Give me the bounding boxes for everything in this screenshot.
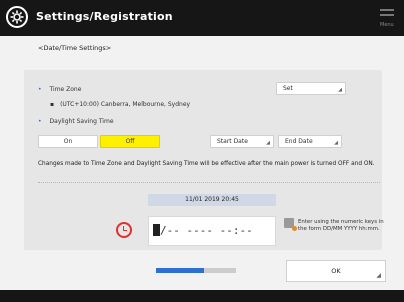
current-datetime: 11/01 2019 20:45 [148,194,276,206]
date-time-input[interactable]: /-- ---- --:-- [148,216,276,246]
text-cursor [153,224,160,236]
expand-arrow-icon: ◢ [334,140,338,146]
breadcrumb: <Date/Time Settings> [38,44,112,52]
menu-label: Menu [380,22,394,28]
bullet-icon: ▪ [50,101,55,108]
expand-arrow-icon: ◢ [266,140,270,146]
input-hint: Enter using the numeric keys in the form… [298,219,384,232]
dst-off-button[interactable]: Off [100,135,160,148]
expand-arrow-icon: ◢ [338,87,342,93]
bottom-bar [0,290,404,302]
expand-arrow-icon: ◢ [376,272,381,279]
page-title: Settings/Registration [36,10,173,23]
progress-fill [156,268,204,273]
clock-icon [116,222,132,238]
time-zone-set-button[interactable]: Set ◢ [276,82,346,95]
menu-icon[interactable]: Menu [380,9,394,28]
time-zone-label: • Time Zone [38,86,82,93]
progress-bar [156,268,236,273]
dst-start-date-button[interactable]: Start Date ◢ [210,135,274,148]
settings-gear-icon [6,6,28,28]
dst-on-button[interactable]: On [38,135,98,148]
ok-button[interactable]: OK ◢ [286,260,386,282]
time-zone-value: ▪ (UTC+10:00) Canberra, Melbourne, Sydney [50,101,191,108]
divider [38,182,380,183]
bullet-icon: • [38,86,42,93]
dst-label: • Daylight Saving Time [38,118,114,125]
dst-end-date-button[interactable]: End Date ◢ [278,135,342,148]
bullet-icon: • [38,118,42,125]
power-note: Changes made to Time Zone and Daylight S… [38,161,375,167]
title-bar: Settings/Registration Menu [0,0,404,36]
numeric-keypad-icon [284,218,297,231]
